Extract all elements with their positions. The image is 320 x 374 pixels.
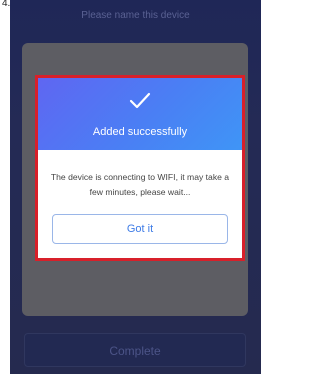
dialog-header: Added successfully — [38, 78, 242, 150]
success-dialog: Added successfully The device is connect… — [35, 75, 245, 261]
success-title: Added successfully — [92, 126, 188, 138]
device-name-label: Please name this device — [81, 10, 190, 21]
dialog-message: The device is connecting to WIFI, it may… — [50, 172, 230, 197]
complete-button[interactable]: Complete — [24, 333, 246, 367]
check-icon — [129, 92, 151, 109]
got-it-button[interactable]: Got it — [52, 214, 228, 244]
screen: 4.5 Please name this device Complete Add… — [0, 0, 269, 374]
